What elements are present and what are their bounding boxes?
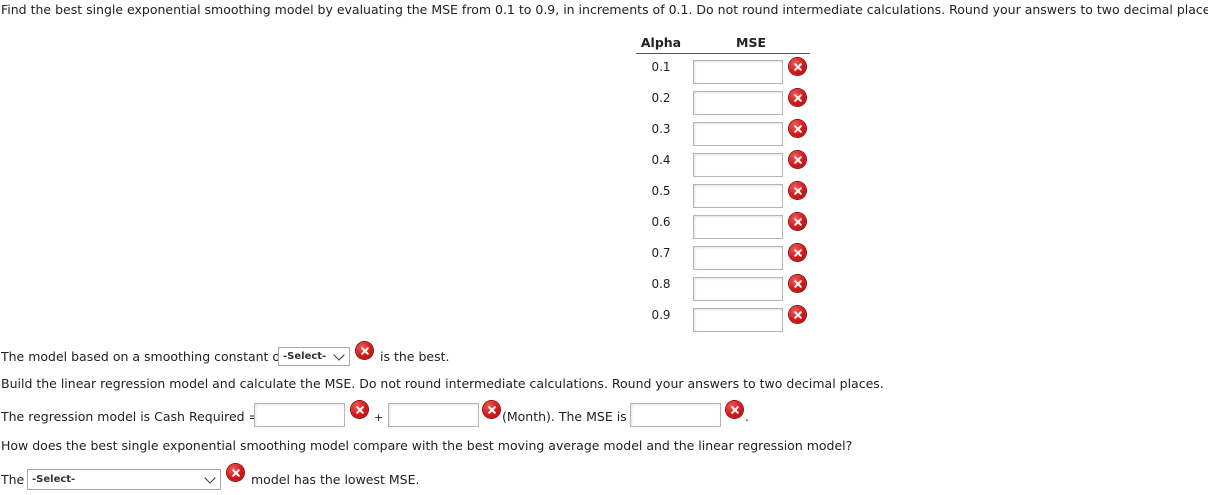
mse-input-0-7[interactable] bbox=[693, 246, 783, 270]
mse-input-0-5[interactable] bbox=[693, 184, 783, 208]
month-mse-text: (Month). The MSE is bbox=[502, 409, 627, 424]
slope-input[interactable] bbox=[388, 403, 479, 427]
incorrect-x-icon bbox=[789, 120, 806, 137]
sentence-end-period: . bbox=[745, 409, 749, 424]
mse-input-0-8[interactable] bbox=[693, 277, 783, 301]
mse-input-0-6[interactable] bbox=[693, 215, 783, 239]
incorrect-x-icon bbox=[356, 342, 373, 359]
intercept-input[interactable] bbox=[254, 403, 345, 427]
incorrect-x-icon bbox=[789, 151, 806, 168]
alpha-value: 0.9 bbox=[651, 308, 671, 322]
mse-input-0-2[interactable] bbox=[693, 91, 783, 115]
mse-input-0-3[interactable] bbox=[693, 122, 783, 146]
regression-prefix-text: The regression model is Cash Required = bbox=[1, 409, 260, 424]
alpha-value: 0.7 bbox=[651, 246, 671, 260]
lowest-mse-model-select[interactable]: -Select- bbox=[27, 469, 221, 490]
incorrect-x-icon bbox=[227, 464, 244, 481]
incorrect-x-icon bbox=[726, 401, 743, 418]
comparison-question-text: How does the best single exponential smo… bbox=[1, 438, 853, 453]
alpha-value: 0.6 bbox=[651, 215, 671, 229]
alpha-value: 0.2 bbox=[651, 91, 671, 105]
smoothing-prefix-text: The model based on a smoothing constant … bbox=[1, 349, 285, 364]
instructions-text: Find the best single exponential smoothi… bbox=[1, 2, 1208, 17]
alpha-column-header: Alpha bbox=[640, 35, 682, 50]
mse-column-header: MSE bbox=[736, 35, 766, 50]
incorrect-x-icon bbox=[789, 213, 806, 230]
conclusion-prefix-text: The bbox=[1, 472, 25, 487]
smoothing-suffix-text: is the best. bbox=[380, 349, 450, 364]
incorrect-x-icon bbox=[789, 89, 806, 106]
incorrect-x-icon bbox=[789, 58, 806, 75]
select-value: -Select- bbox=[283, 351, 327, 362]
conclusion-suffix-text: model has the lowest MSE. bbox=[251, 472, 420, 487]
incorrect-x-icon bbox=[789, 182, 806, 199]
smoothing-constant-select[interactable]: -Select- bbox=[278, 347, 350, 366]
alpha-value: 0.1 bbox=[651, 60, 671, 74]
incorrect-x-icon bbox=[789, 306, 806, 323]
mse-input-0-1[interactable] bbox=[693, 60, 783, 84]
alpha-value: 0.8 bbox=[651, 277, 671, 291]
plus-sign: + bbox=[374, 411, 384, 424]
incorrect-x-icon bbox=[483, 401, 500, 418]
alpha-value: 0.5 bbox=[651, 184, 671, 198]
regression-instructions-text: Build the linear regression model and ca… bbox=[1, 376, 884, 391]
chevron-down-icon bbox=[204, 471, 216, 484]
table-header-rule bbox=[636, 53, 810, 54]
incorrect-x-icon bbox=[351, 401, 368, 418]
alpha-value: 0.4 bbox=[651, 153, 671, 167]
mse-input-0-9[interactable] bbox=[693, 308, 783, 332]
alpha-value: 0.3 bbox=[651, 122, 671, 136]
incorrect-x-icon bbox=[789, 275, 806, 292]
chevron-down-icon bbox=[333, 348, 345, 361]
select-value: -Select- bbox=[32, 474, 76, 485]
regression-mse-input[interactable] bbox=[630, 403, 721, 427]
incorrect-x-icon bbox=[789, 244, 806, 261]
mse-input-0-4[interactable] bbox=[693, 153, 783, 177]
